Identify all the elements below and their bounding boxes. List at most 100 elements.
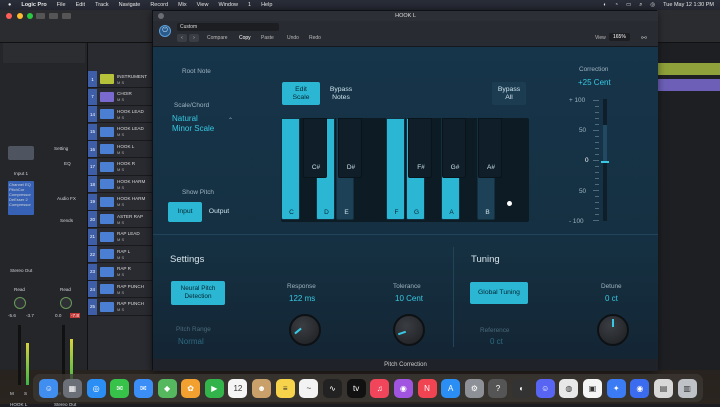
menu-record[interactable]: Record (150, 2, 168, 8)
track-row[interactable]: 15 HOOK LEAD M S (88, 123, 152, 141)
track-row[interactable]: 14 HOOK LEAD M S (88, 106, 152, 123)
help-icon[interactable]: ? (488, 378, 508, 398)
black-key-a-sharp[interactable]: A# (478, 118, 502, 178)
automation-read-2[interactable]: Read (60, 287, 71, 292)
response-knob[interactable] (289, 314, 321, 346)
track-mute-button[interactable]: M (117, 132, 120, 137)
freeform-icon[interactable]: ~ (299, 378, 319, 398)
apple-icon[interactable]: ● (8, 2, 11, 8)
notes-icon[interactable]: ≡ (275, 378, 295, 398)
zoom-button[interactable] (27, 13, 34, 19)
track-mute-button[interactable]: M (117, 80, 120, 85)
podcasts-icon[interactable]: ◉ (393, 378, 413, 398)
close-button[interactable] (6, 13, 12, 19)
track-row[interactable]: 17 HOOK RM S (88, 158, 152, 176)
track-row[interactable]: 18 HOOK HARM M S (88, 176, 152, 193)
news-icon[interactable]: N (417, 378, 437, 398)
output-label[interactable]: Stereo Out (10, 268, 32, 273)
sends-label[interactable]: Sends (60, 218, 73, 223)
track-mute-button[interactable]: M (117, 307, 120, 312)
track-solo-button[interactable]: S (121, 80, 124, 85)
minimize-button[interactable] (16, 13, 23, 19)
plugin-close-button[interactable] (158, 13, 164, 19)
paste-button[interactable]: Paste (261, 35, 274, 41)
copy-button[interactable]: Copy (239, 35, 251, 41)
messenger-icon[interactable]: ✦ (606, 378, 626, 398)
input-label[interactable]: Input 1 (14, 171, 28, 176)
reference-value[interactable]: 0 ct (490, 337, 503, 346)
calendar2-icon[interactable]: ▣ (583, 378, 603, 398)
launchpad-icon[interactable]: ▦ (62, 378, 82, 398)
safari-icon[interactable]: ◎ (86, 378, 106, 398)
logic-icon[interactable]: ◐ (512, 378, 532, 398)
compare-button[interactable]: Compare (207, 35, 228, 41)
black-key-f-sharp[interactable]: F# (408, 118, 432, 178)
messages-icon[interactable]: ✉ (110, 378, 130, 398)
battery-icon[interactable]: ▭ (626, 2, 631, 8)
music-icon[interactable]: ♫ (370, 378, 390, 398)
audio-fx-label[interactable]: Audio FX (57, 196, 76, 201)
track-solo-button[interactable]: S (121, 202, 124, 207)
pitch-range-value[interactable]: Normal (178, 337, 204, 346)
track-row[interactable]: 21 RAP LEAD M S (88, 228, 152, 246)
white-key-c[interactable]: C (281, 118, 300, 220)
track-mute-button[interactable]: M (117, 202, 120, 207)
menu-1[interactable]: 1 (248, 2, 251, 8)
neural-pitch-detection-button[interactable]: Neural Pitch Detection (171, 281, 225, 305)
track-mute-button[interactable]: M (117, 167, 120, 172)
track-row[interactable]: 20 ASTER RAP M S (88, 211, 152, 228)
track-solo-button[interactable]: S (121, 220, 124, 225)
discord-icon[interactable]: ☺ (535, 378, 555, 398)
track-mute-button[interactable]: M (117, 150, 120, 155)
calendar-icon[interactable]: 12 (228, 378, 248, 398)
white-key-f[interactable]: F (386, 118, 405, 220)
contacts-icon[interactable]: ☻ (252, 378, 272, 398)
track-row[interactable]: 1 INSTRUMENT M S (88, 71, 152, 88)
track-solo-button[interactable]: S (121, 132, 124, 137)
clock[interactable]: Tue May 12 1:30 PM (663, 2, 714, 8)
track-solo-button[interactable]: S (121, 307, 124, 312)
track-row[interactable]: 19 HOOK HARM M S (88, 193, 152, 211)
region-block[interactable] (656, 63, 720, 75)
nav-back-button[interactable]: ‹ (177, 34, 187, 42)
mail-icon[interactable]: ✉ (133, 378, 153, 398)
appstore-icon[interactable]: A (441, 378, 461, 398)
pan-knob[interactable] (14, 297, 26, 309)
link-icon[interactable]: ⚯ (641, 34, 647, 42)
global-tuning-button[interactable]: Global Tuning (470, 282, 528, 304)
redo-button[interactable]: Redo (309, 35, 321, 41)
zoom-dropdown[interactable]: 165% (609, 33, 630, 41)
menu-navigate[interactable]: Navigate (119, 2, 141, 8)
library-icon[interactable] (36, 13, 45, 19)
preset-dropdown[interactable]: Custom (177, 23, 279, 31)
track-row[interactable]: 25 RAP PUNCH M S (88, 298, 152, 316)
track-mute-button[interactable]: M (117, 272, 120, 277)
track-row[interactable]: 23 RAP RM S (88, 263, 152, 281)
region-block[interactable] (656, 79, 720, 91)
mute-button[interactable]: M (10, 391, 14, 396)
trash-icon[interactable]: ▥ (677, 378, 697, 398)
bypass-all-button[interactable]: Bypass All (492, 82, 526, 105)
track-solo-button[interactable]: S (121, 255, 124, 260)
photos-icon[interactable]: ✿ (181, 378, 201, 398)
nav-forward-button[interactable]: › (189, 34, 199, 42)
control-center-icon[interactable]: ◎ (650, 2, 655, 8)
help-icon[interactable] (62, 13, 71, 19)
output-toggle[interactable]: Output (203, 202, 235, 222)
status-icon[interactable]: ◐ (603, 2, 606, 8)
menu-window[interactable]: Window (218, 2, 238, 8)
track-solo-button[interactable]: S (121, 150, 124, 155)
scale-chord-chevron-icon[interactable]: ⌃ (228, 117, 233, 124)
track-row[interactable]: 24 RAP PUNCH M S (88, 281, 152, 298)
track-solo-button[interactable]: S (121, 290, 124, 295)
preview-icon[interactable]: ▤ (653, 378, 673, 398)
menu-track[interactable]: Track (95, 2, 109, 8)
menu-file[interactable]: File (57, 2, 66, 8)
track-solo-button[interactable]: S (121, 185, 124, 190)
finder-icon[interactable]: ☺ (39, 378, 59, 398)
menu-help[interactable]: Help (261, 2, 272, 8)
power-button[interactable]: ⏻ (159, 25, 171, 37)
black-key-g-sharp[interactable]: G# (442, 118, 466, 178)
track-mute-button[interactable]: M (117, 290, 120, 295)
eq-thumbnail[interactable] (8, 146, 34, 160)
